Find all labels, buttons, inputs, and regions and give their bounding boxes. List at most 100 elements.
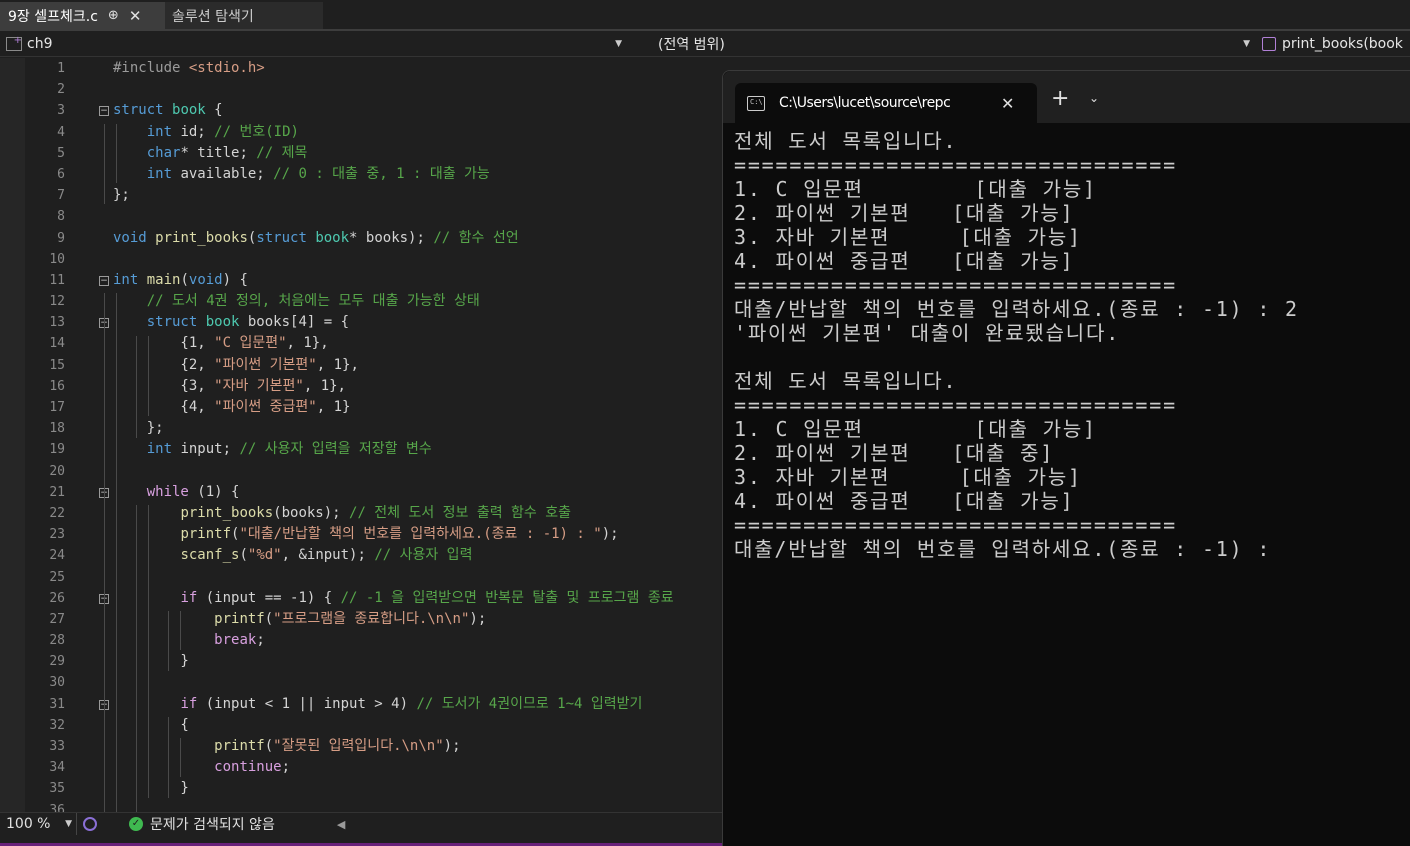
code-token: // 전체 도서 정보 출력 함수 호출 [349, 504, 572, 521]
terminal-tab-strip: C:\ C:\Users\lucet\source\repc ✕ + ⌄ [723, 71, 1410, 123]
code-token: ( [264, 610, 274, 627]
code-line: #include <stdio.h> [113, 58, 722, 79]
line-number: 19 [49, 442, 65, 458]
terminal-output[interactable]: 전체 도서 목록입니다. ============================… [734, 129, 1404, 561]
zoom-dropdown[interactable]: 100 % ▼ [0, 813, 77, 835]
terminal-line: ================================ [734, 153, 1177, 177]
code-token: break [214, 632, 257, 649]
code-line: } [113, 778, 722, 799]
chevron-down-icon: ▼ [615, 39, 622, 49]
indent-guide [104, 293, 105, 812]
check-circle-icon: ✓ [129, 817, 143, 831]
code-line: int available; // 0 : 대출 중, 1 : 대출 가능 [113, 164, 722, 185]
line-number: 23 [49, 527, 65, 543]
line-number: 10 [49, 251, 65, 267]
code-token: } [113, 780, 189, 797]
code-line: struct book books[4] = { [113, 312, 722, 333]
code-line: char* title; // 제목 [113, 143, 722, 164]
code-token: * title; [180, 144, 257, 161]
line-number: 33 [49, 739, 65, 754]
code-token: while [146, 483, 189, 500]
code-editor[interactable]: 1 2 3 4 5 6 7 8 9 10 11 12 13 14 15 16 17 18 19 20 21 22 23 24 2… [0, 58, 722, 812]
chevron-down-icon[interactable]: ⌄ [1089, 91, 1099, 105]
code-token: "파이썬 기본편" [214, 356, 317, 373]
pin-icon[interactable]: ⊕ [108, 8, 119, 23]
editor-left-margin [0, 58, 25, 812]
terminal-line: 전체 도서 목록입니다. [734, 129, 958, 153]
terminal-line: 대출/반납할 책의 번호를 입력하세요.(종료 : -1) : [734, 537, 1272, 561]
terminal-tab[interactable]: C:\ C:\Users\lucet\source\repc ✕ [735, 83, 1037, 123]
line-number: 28 [49, 633, 65, 649]
scroll-left-arrow-icon[interactable]: ◀ [337, 818, 345, 831]
code-line: scanf_s("%d", &input); // 사용자 입력 [113, 545, 722, 566]
code-token: books[4] = { [239, 314, 350, 331]
code-token: input; [172, 441, 240, 458]
project-icon [6, 35, 22, 51]
tab-self-check-c[interactable]: 9장 셀프체크.c ⊕ ✕ [0, 2, 165, 29]
terminal-line: 전체 도서 목록입니다. [734, 369, 958, 393]
code-token: print_books [155, 229, 248, 246]
code-token: {1, [113, 335, 215, 352]
code-token: // 사용자 입력을 저장할 변수 [239, 441, 432, 458]
chevron-down-icon: ▼ [1243, 39, 1250, 49]
code-line: {1, "C 입문편", 1}, [113, 333, 722, 354]
fold-toggle-icon[interactable]: − [99, 105, 109, 116]
code-token: , 1}, [303, 377, 346, 394]
line-number: 14 [49, 336, 65, 352]
code-token: {3, [113, 377, 215, 394]
close-icon[interactable]: ✕ [1001, 94, 1014, 113]
code-token: "프로그램을 종료합니다.\n\n" [273, 610, 470, 627]
code-token: "잘못된 입력입니다.\n\n" [273, 738, 444, 754]
code-token: {2, [113, 356, 215, 373]
code-token: "C 입문편" [214, 335, 287, 352]
code-line: }; [113, 185, 722, 206]
code-token: printf [180, 526, 232, 543]
member-dropdown[interactable]: print_books(book [1262, 31, 1410, 57]
code-text[interactable]: #include <stdio.h> struct book { int id; … [113, 58, 722, 812]
line-number: 9 [57, 230, 65, 246]
console-icon: C:\ [747, 95, 765, 111]
code-token: , 1}, [316, 356, 359, 373]
scope-dropdown[interactable]: (전역 범위) ▼ [634, 31, 1256, 57]
tab-solution-explorer[interactable]: 솔루션 탐색기 [165, 2, 323, 29]
terminal-line: 2. 파이썬 기본편 [대출 중] [734, 441, 1055, 465]
code-cleanup-icon[interactable] [83, 817, 97, 831]
new-tab-plus-icon[interactable]: + [1051, 87, 1069, 111]
code-token: "자바 기본편" [214, 377, 304, 394]
code-token: (books); [273, 504, 350, 521]
code-line: break; [113, 630, 722, 651]
code-line: {2, "파이썬 기본편", 1}, [113, 355, 722, 376]
code-line: printf("프로그램을 종료합니다.\n\n"); [113, 609, 722, 630]
problems-status[interactable]: 문제가 검색되지 않음 [150, 814, 275, 834]
chevron-down-icon: ▼ [65, 819, 72, 829]
code-token: (input < 1 || input > 4) [197, 695, 417, 712]
close-icon[interactable]: ✕ [129, 7, 142, 25]
terminal-line: 대출/반납할 책의 번호를 입력하세요.(종료 : -1) : 2 [734, 297, 1299, 321]
terminal-line: '파이썬 기본편' 대출이 완료됐습니다. [734, 321, 1121, 345]
code-line: {4, "파이썬 중급편", 1} [113, 397, 722, 418]
method-cube-icon [1262, 37, 1276, 51]
project-dropdown[interactable]: ch9 ▼ [6, 31, 628, 57]
code-token: printf [214, 738, 265, 754]
code-token: // 제목 [256, 144, 308, 161]
line-number: 17 [49, 400, 65, 415]
line-number: 21 [49, 484, 65, 500]
code-line: print_books(books); // 전체 도서 정보 출력 함수 호출 [113, 503, 722, 524]
fold-toggle-icon[interactable]: − [99, 275, 109, 286]
code-token: * books); [349, 229, 434, 246]
code-token: { [205, 102, 223, 119]
code-token: , &input); [281, 547, 375, 564]
code-token: book [172, 102, 206, 119]
line-number: 13 [49, 315, 65, 331]
editor-status-bar: 100 % ▼ ✓ 문제가 검색되지 않음 ◀ [0, 812, 722, 835]
